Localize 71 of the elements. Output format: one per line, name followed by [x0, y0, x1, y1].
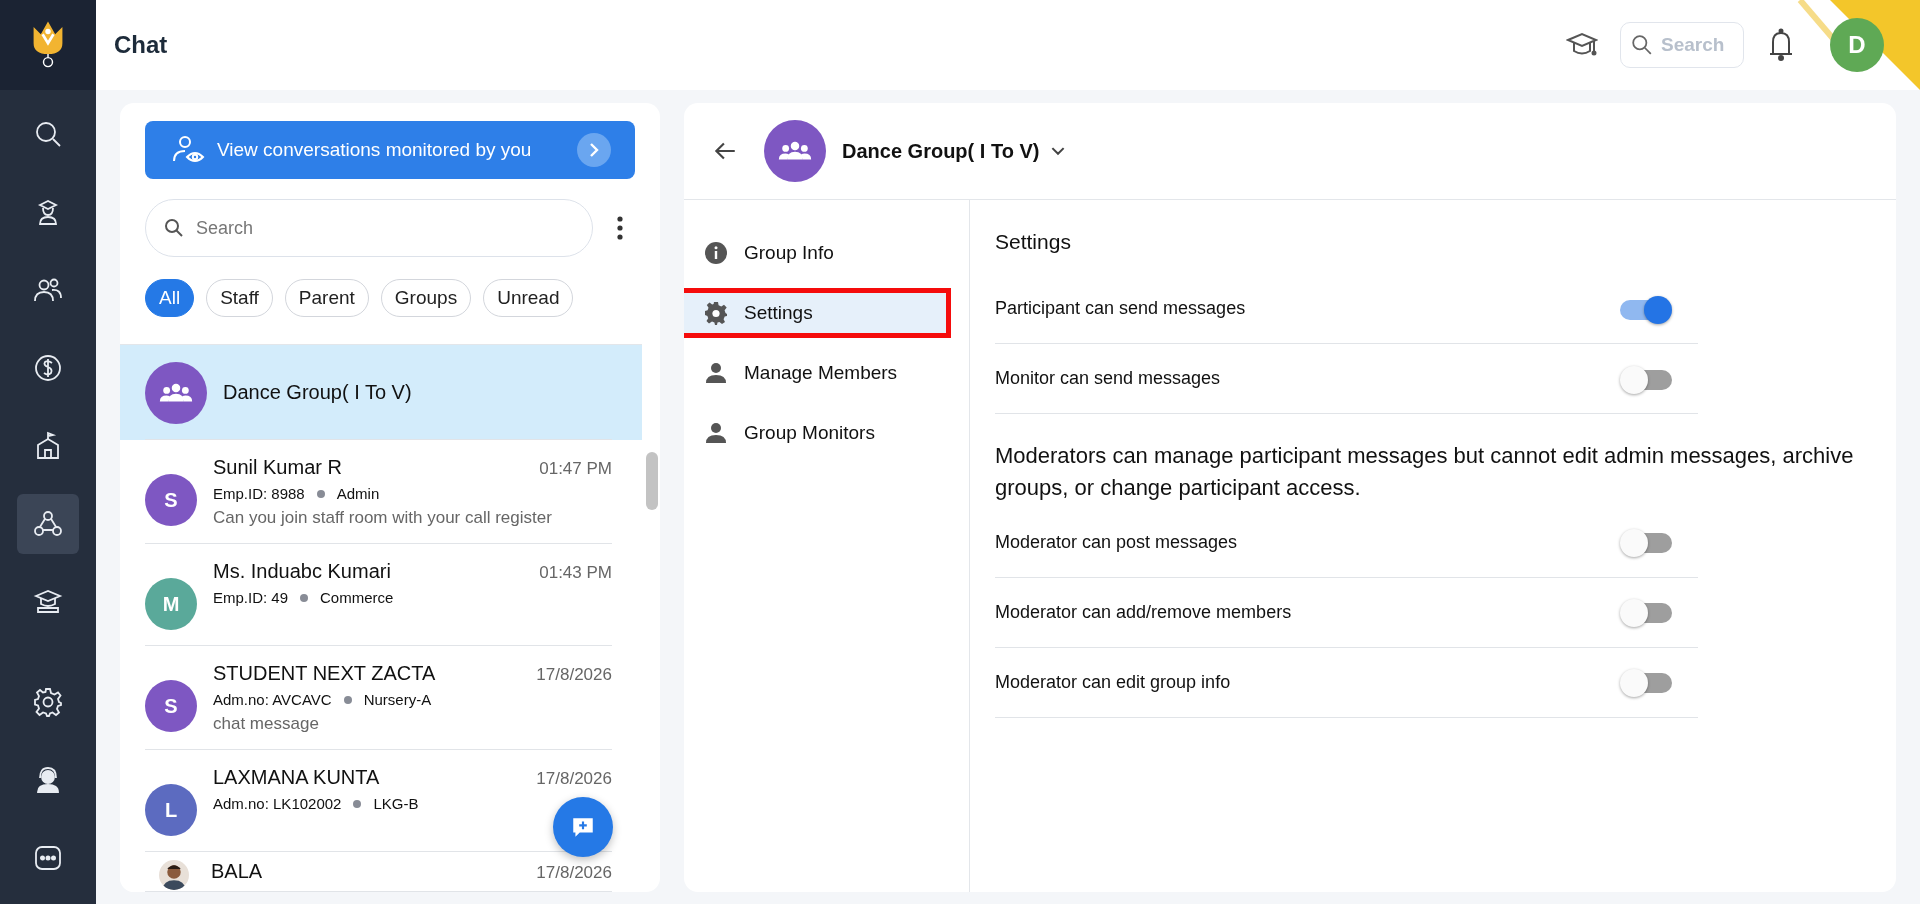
separator-dot: [343, 695, 352, 704]
settings-icon: [704, 301, 728, 325]
conversation-name: Dance Group( I To V): [223, 381, 412, 404]
info-icon: [704, 241, 728, 265]
page-title: Chat: [114, 31, 168, 59]
separator-dot: [300, 593, 309, 602]
menu-item[interactable]: Manage Members: [684, 348, 951, 398]
person-eye-icon: [171, 135, 207, 165]
toggle-switch[interactable]: [1620, 599, 1672, 626]
filter-chip[interactable]: All: [145, 279, 195, 317]
member-role: LKG-B: [373, 795, 419, 812]
message-time: 17/8/2026: [536, 769, 612, 789]
member-id: Emp.ID: 49: [213, 589, 289, 606]
group-name-dropdown[interactable]: Dance Group( I To V): [842, 139, 1066, 163]
chevron-down-icon: [1051, 146, 1066, 156]
nav-button[interactable]: [17, 494, 79, 554]
setting-label: Participant can send messages: [995, 298, 1246, 319]
initial-avatar: S: [145, 474, 197, 526]
toggle-switch[interactable]: [1620, 365, 1672, 392]
toggle-switch[interactable]: [1620, 529, 1672, 556]
menu-item[interactable]: Group Monitors: [684, 408, 951, 458]
toggle-switch[interactable]: [1620, 669, 1672, 696]
separator-dot: [316, 489, 325, 498]
conversation-name: Sunil Kumar R: [213, 456, 342, 479]
message-preview: Can you join staff room with your call register: [213, 508, 553, 528]
conversation-name: BALA: [210, 860, 263, 883]
section-title: Settings: [995, 230, 1072, 254]
member-role: Nursery-A: [363, 691, 432, 708]
conversation-name: LAXMANA KUNTA: [213, 766, 380, 789]
search-icon: [164, 218, 184, 238]
message-time: 01:43 PM: [539, 563, 612, 583]
toggle-switch[interactable]: [1620, 295, 1672, 322]
conversation-name: Ms. Induabc Kumari: [213, 560, 391, 583]
member-id: Adm.no: AVCAVC: [213, 691, 332, 708]
member-id: Adm.no: LK102002: [213, 795, 342, 812]
chevron-right-icon: [577, 133, 611, 167]
moderator-note: Moderators can manage participant messages but cannot edit admin messages, archive groups, or change participant access.: [995, 442, 1855, 502]
setting-label: Monitor can send messages: [995, 368, 1221, 389]
initial-avatar: M: [145, 578, 197, 630]
setting-label: Moderator can add/remove members: [995, 601, 1292, 623]
scrollbar-thumb[interactable]: [646, 452, 658, 510]
initial-avatar: L: [145, 784, 197, 836]
search-icon: [1631, 34, 1653, 56]
setting-label: Moderator can post messages: [995, 531, 1238, 553]
search-field[interactable]: Search: [145, 199, 593, 257]
member-role: Admin: [336, 485, 380, 502]
filter-chip[interactable]: Staff: [206, 279, 273, 317]
more-options-icon[interactable]: [617, 216, 623, 240]
search-field[interactable]: Search: [1620, 22, 1744, 68]
conversation-name: STUDENT NEXT ZACTA: [213, 662, 436, 685]
bell-icon[interactable]: [1768, 28, 1794, 62]
dollar-icon: [32, 352, 64, 384]
filter-chip[interactable]: Parent: [284, 279, 369, 317]
person-icon: [704, 421, 728, 445]
conversation-item[interactable]: Dance Group( I To V): [120, 345, 642, 440]
settings-icon: [32, 686, 64, 718]
menu-item[interactable]: Settings: [684, 288, 951, 338]
message-time: 17/8/2026: [536, 863, 612, 883]
initial-avatar: S: [145, 680, 197, 732]
person-icon: [704, 361, 728, 385]
menu-item[interactable]: Group Info: [684, 228, 951, 278]
monitored-conversations-button[interactable]: View conversations monitored by you: [145, 121, 635, 179]
message-time: 01:47 PM: [539, 459, 612, 479]
setting-label: Moderator can edit group info: [995, 671, 1231, 693]
filter-chip[interactable]: Unread: [483, 279, 574, 317]
filter-chip[interactable]: Groups: [380, 279, 472, 317]
member-id: Emp.ID: 8988: [213, 485, 305, 502]
separator-dot: [353, 799, 362, 808]
member-role: Commerce: [320, 589, 394, 606]
message-preview: chat message: [213, 714, 320, 734]
message-time: 17/8/2026: [536, 665, 612, 685]
